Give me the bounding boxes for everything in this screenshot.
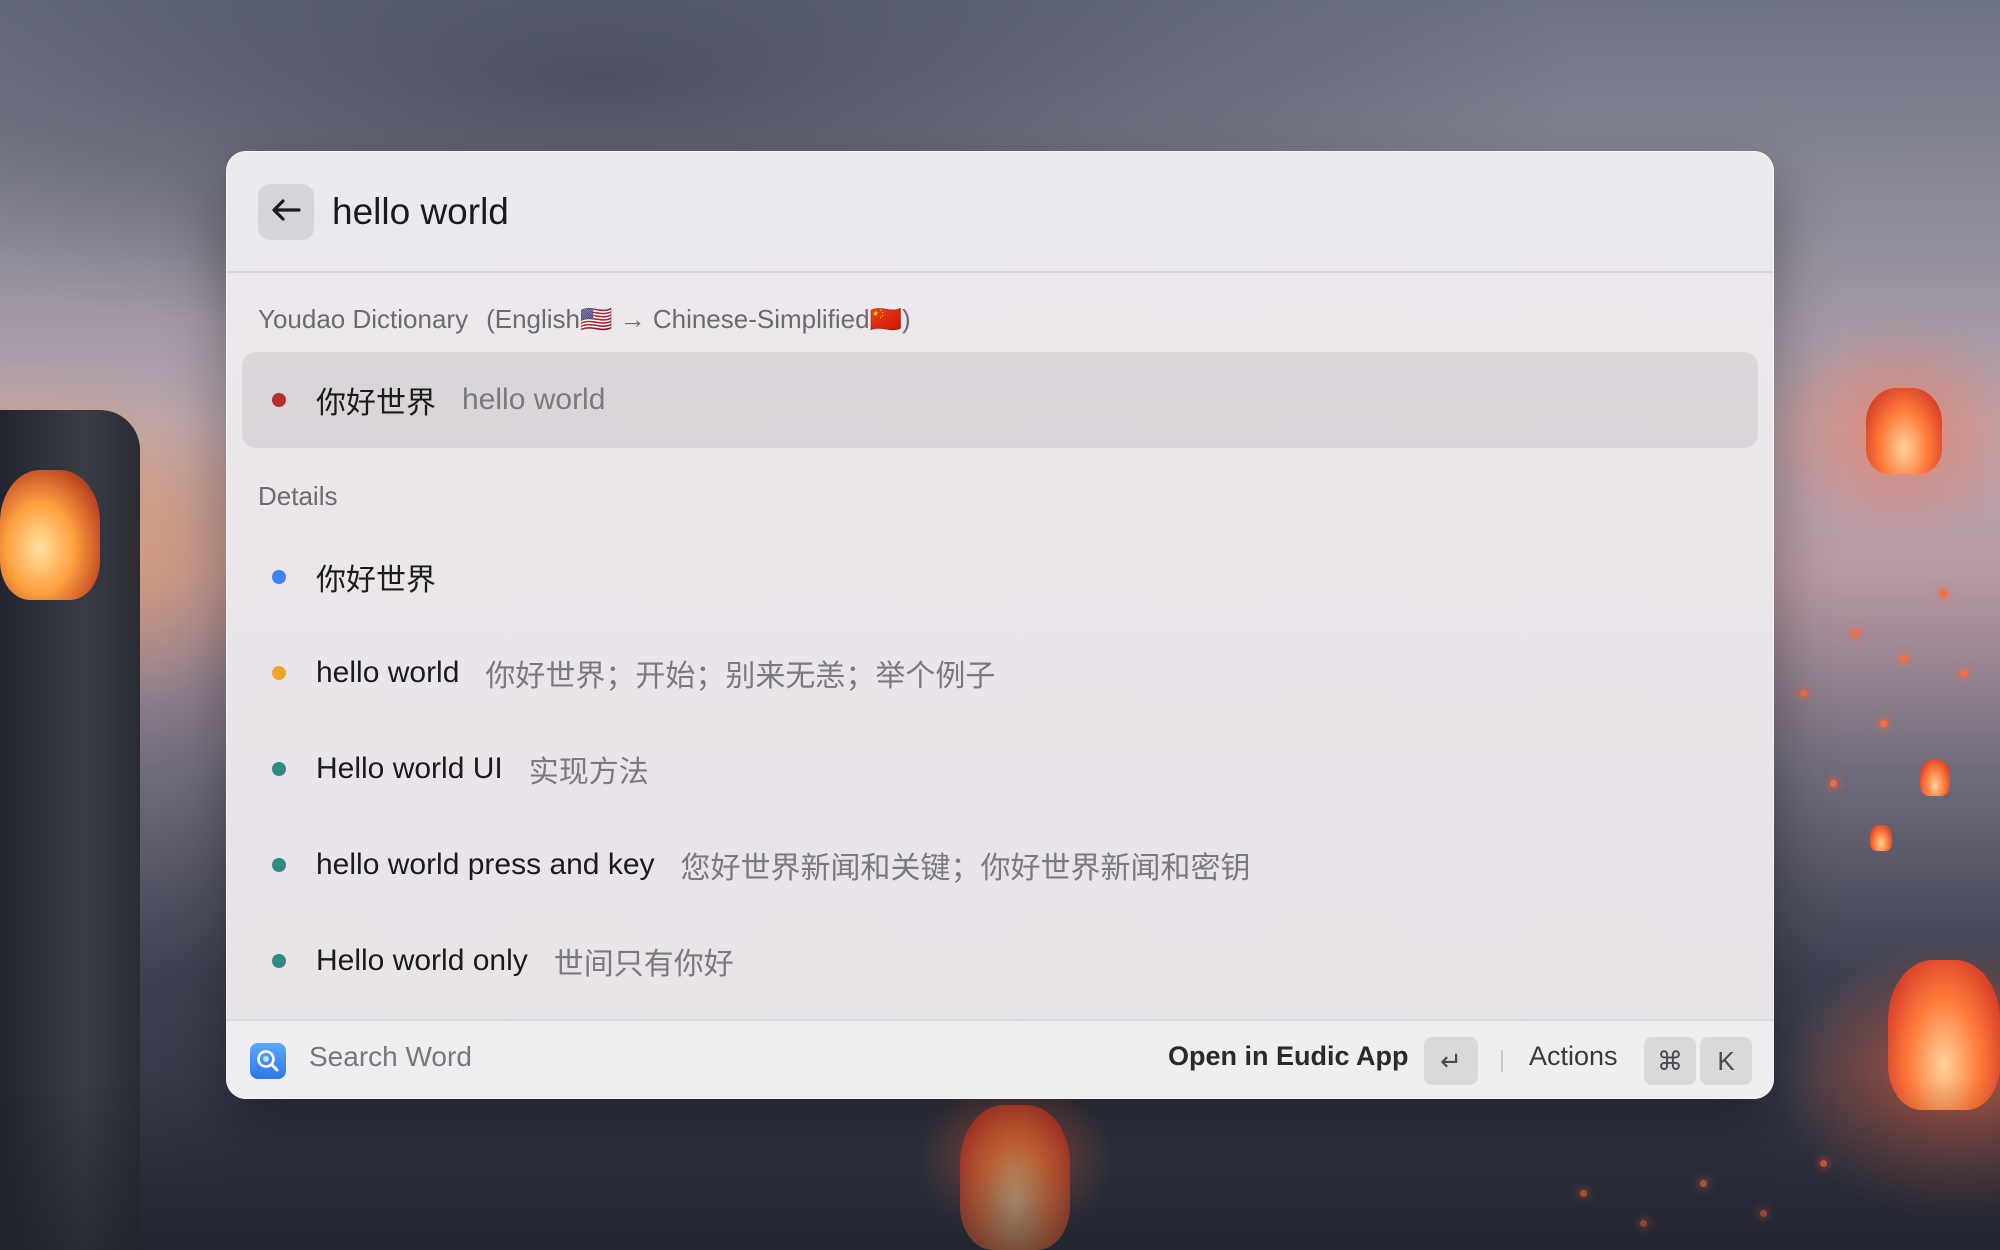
teal-dot-icon	[272, 954, 286, 968]
wallpaper-ember	[1800, 690, 1807, 697]
teal-dot-icon	[272, 762, 286, 776]
detail-title: Hello world only	[316, 944, 528, 977]
detail-item[interactable]: 你好世界	[242, 529, 1758, 625]
red-dot-icon	[272, 393, 286, 407]
orange-dot-icon	[272, 666, 286, 680]
detail-item[interactable]: Hello world only 世间只有你好	[242, 913, 1758, 1009]
return-key-icon: ↵	[1424, 1037, 1478, 1085]
wallpaper-ember	[1900, 655, 1907, 662]
wallpaper-lantern	[1866, 388, 1942, 474]
result-item[interactable]: 你好世界 hello world	[242, 352, 1758, 448]
wallpaper-shadow	[0, 1080, 2000, 1250]
detail-item[interactable]: hello world press and key 您好世界新闻和关键；你好世界…	[242, 817, 1758, 913]
detail-title: hello world	[316, 656, 460, 689]
wallpaper-lantern	[1920, 760, 1950, 796]
open-in-eudic-button[interactable]: Open in Eudic App	[1168, 1041, 1409, 1072]
result-title: 你好世界	[316, 387, 436, 420]
result-subtitle: hello world	[462, 383, 606, 416]
command-key-icon: ⌘	[1644, 1037, 1696, 1085]
back-button[interactable]	[258, 184, 314, 240]
search-input[interactable]	[328, 179, 1712, 245]
detail-subtitle: 你好世界；开始；别来无恙；举个例子	[485, 660, 996, 693]
command-title: Search Word	[309, 1041, 472, 1072]
actions-button[interactable]: Actions	[1529, 1041, 1618, 1072]
search-header	[226, 151, 1774, 273]
detail-subtitle: 您好世界新闻和关键；你好世界新闻和密钥	[680, 852, 1251, 885]
launcher-window: Youdao Dictionary (English🇺🇸 → Chinese-Si…	[226, 151, 1774, 1099]
wallpaper-lantern-glow	[0, 470, 100, 600]
section-header-dictionary: Youdao Dictionary (English🇺🇸 → Chinese-Si…	[258, 304, 911, 335]
section-subtitle: (English🇺🇸 → Chinese-Simplified🇨🇳)	[486, 304, 911, 334]
wallpaper-ember	[1830, 780, 1837, 787]
detail-subtitle: 实现方法	[528, 756, 649, 789]
detail-item[interactable]: hello world 你好世界；开始；别来无恙；举个例子	[242, 625, 1758, 721]
eudic-app-icon	[250, 1043, 286, 1079]
teal-dot-icon	[272, 858, 286, 872]
detail-item[interactable]: Hello world UI 实现方法	[242, 721, 1758, 817]
detail-title: hello world press and key	[316, 848, 655, 881]
blue-dot-icon	[272, 570, 286, 584]
wallpaper-ember	[1940, 590, 1947, 597]
arrow-left-icon	[271, 198, 301, 227]
action-bar: Search Word Open in Eudic App ↵ Actions …	[226, 1019, 1774, 1099]
detail-subtitle: 世间只有你好	[553, 948, 734, 981]
wallpaper-ember	[1960, 670, 1967, 677]
section-title: Youdao Dictionary	[258, 304, 469, 334]
detail-title: 你好世界	[316, 564, 436, 597]
wallpaper-ember	[1852, 630, 1859, 637]
detail-title: Hello world UI	[316, 752, 503, 785]
section-title: Details	[258, 481, 338, 511]
wallpaper-ember	[1880, 720, 1887, 727]
section-header-details: Details	[258, 481, 337, 512]
k-key-icon: K	[1700, 1037, 1752, 1085]
divider	[1501, 1050, 1503, 1072]
wallpaper-lantern	[1870, 825, 1892, 851]
